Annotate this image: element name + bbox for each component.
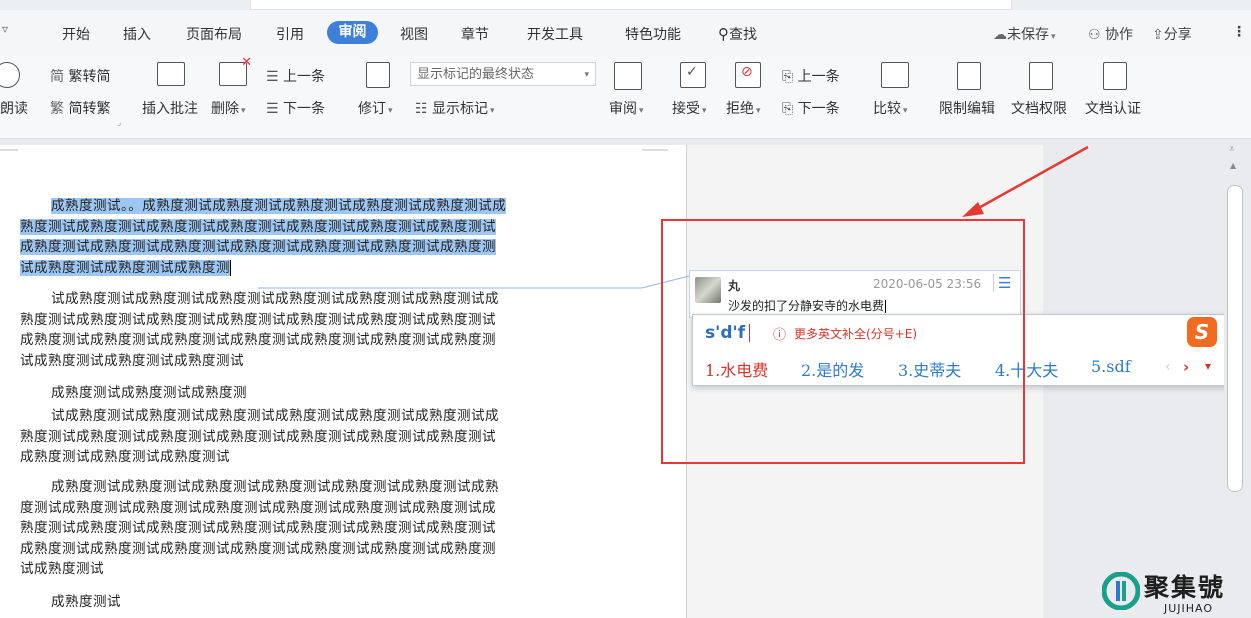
ime-next-page-icon[interactable]: ›: [1183, 358, 1189, 376]
overlay-lines: [258, 145, 1089, 289]
red-arrow-head: [962, 202, 984, 217]
sogou-logo-icon: S: [1187, 317, 1217, 347]
watermark-emblem-icon: [1102, 572, 1140, 610]
red-highlight-box: [661, 219, 1025, 464]
watermark-logo: 聚集號 JUJIHAO: [1100, 566, 1251, 618]
ime-expand-icon[interactable]: ▾: [1205, 359, 1211, 373]
watermark-latin: JUJIHAO: [1164, 602, 1214, 615]
scroll-up-icon[interactable]: ▲: [1230, 161, 1236, 170]
comment-connector-line: [258, 275, 690, 289]
ime-candidate-5[interactable]: 5.sdf: [1091, 357, 1131, 376]
scroll-top-icon[interactable]: ⩡: [1229, 144, 1235, 155]
watermark-brand: 聚集號: [1144, 573, 1226, 602]
ime-prev-page-icon[interactable]: ‹: [1165, 359, 1171, 375]
scrollbar-thumb[interactable]: [1227, 185, 1243, 492]
red-arrow-line: [974, 145, 1089, 212]
